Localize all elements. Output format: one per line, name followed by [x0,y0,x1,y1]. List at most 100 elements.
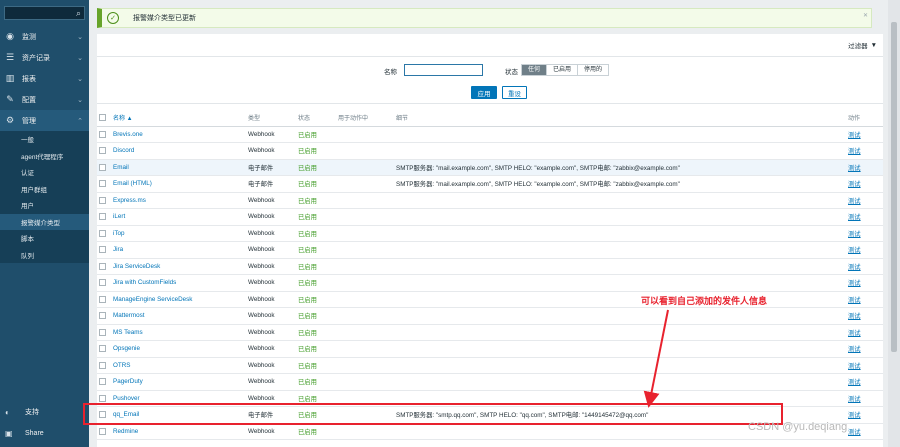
filter-toggle-button[interactable]: 过滤器 ▼ [848,40,877,51]
select-all-checkbox[interactable] [97,110,113,127]
test-link[interactable]: 测试 [848,264,861,271]
status-toggle-link[interactable]: 已启用 [298,231,317,238]
page-scrollbar[interactable] [888,0,900,447]
scrollbar-thumb[interactable] [891,22,897,352]
test-link[interactable]: 测试 [848,429,861,436]
media-type-name-link[interactable]: Brevis.one [113,131,143,138]
test-link[interactable]: 测试 [848,247,861,254]
status-toggle-link[interactable]: 已启用 [298,165,317,172]
media-type-name-link[interactable]: ManageEngine ServiceDesk [113,296,192,303]
media-type-name-link[interactable]: Pushover [113,395,140,402]
media-type-name-link[interactable]: MS Teams [113,329,143,336]
row-checkbox[interactable] [97,324,113,341]
status-toggle-link[interactable]: 已启用 [298,297,317,304]
sidebar-subitem-6[interactable]: 脚本 [0,230,89,247]
sidebar-subitem-4[interactable]: 用户 [0,197,89,214]
media-type-name-link[interactable]: Jira with CustomFields [113,279,176,286]
status-toggle-link[interactable]: 已启用 [298,148,317,155]
test-link[interactable]: 测试 [848,231,861,238]
status-toggle-link[interactable]: 已启用 [298,132,317,139]
search-icon[interactable]: ⌕ [76,8,81,19]
media-type-name-link[interactable]: Express.ms [113,197,146,204]
test-link[interactable]: 测试 [848,396,861,403]
test-link[interactable]: 测试 [848,379,861,386]
column-header-type[interactable]: 类型 [248,110,298,127]
row-checkbox[interactable] [97,423,113,440]
sidebar-subitem-3[interactable]: 用户群组 [0,181,89,198]
status-toggle-link[interactable]: 已启用 [298,313,317,320]
sidebar-nav-item-4[interactable]: ⚙ 管理 ⌃ [0,110,89,131]
test-link[interactable]: 测试 [848,412,861,419]
row-checkbox[interactable] [97,340,113,358]
row-checkbox[interactable] [97,208,113,226]
sidebar-nav-item-1[interactable]: ☰ 资产记录 ⌄ [0,47,89,68]
row-checkbox[interactable] [97,373,113,391]
row-checkbox[interactable] [97,126,113,143]
row-checkbox[interactable] [97,274,113,292]
status-toggle-link[interactable]: 已启用 [298,181,317,188]
row-checkbox[interactable] [97,192,113,209]
sidebar-search-input[interactable]: ⌕ [4,6,85,20]
status-option-2[interactable]: 停用的 [578,65,608,75]
name-filter-input[interactable] [404,64,483,76]
status-toggle-link[interactable]: 已启用 [298,396,317,403]
row-checkbox[interactable] [97,291,113,308]
media-type-name-link[interactable]: iLert [113,213,125,220]
test-link[interactable]: 测试 [848,363,861,370]
test-link[interactable]: 测试 [848,132,861,139]
sidebar-nav-item-0[interactable]: ◉ 监测 ⌄ [0,26,89,47]
sidebar-subitem-7[interactable]: 队列 [0,247,89,264]
row-checkbox[interactable] [97,225,113,242]
sidebar-subitem-5[interactable]: 报警媒介类型 [0,213,89,230]
media-type-name-link[interactable]: Mattermost [113,312,145,319]
sidebar-subitem-2[interactable]: 认证 [0,164,89,181]
test-link[interactable]: 测试 [848,313,861,320]
media-type-name-link[interactable]: Redmine [113,428,138,435]
status-option-1[interactable]: 已启用 [547,65,579,75]
reset-button[interactable]: 重设 [502,86,527,99]
row-checkbox[interactable] [97,307,113,325]
media-type-name-link[interactable]: OTRS [113,362,131,369]
test-link[interactable]: 测试 [848,148,861,155]
status-toggle-link[interactable]: 已启用 [298,429,317,436]
status-toggle-link[interactable]: 已启用 [298,346,317,353]
row-checkbox[interactable] [97,142,113,160]
sidebar-subitem-0[interactable]: 一般 [0,131,89,148]
test-link[interactable]: 测试 [848,330,861,337]
test-link[interactable]: 测试 [848,198,861,205]
row-checkbox[interactable] [97,241,113,259]
apply-button[interactable]: 应用 [471,86,497,99]
row-checkbox[interactable] [97,175,113,193]
status-toggle-link[interactable]: 已启用 [298,264,317,271]
test-link[interactable]: 测试 [848,214,861,221]
test-link[interactable]: 测试 [848,280,861,287]
status-toggle-link[interactable]: 已启用 [298,379,317,386]
media-type-name-link[interactable]: Email (HTML) [113,180,152,187]
media-type-name-link[interactable]: Opsgenie [113,345,140,352]
row-checkbox[interactable] [97,159,113,176]
media-type-name-link[interactable]: Jira ServiceDesk [113,263,160,270]
row-checkbox[interactable] [97,357,113,374]
row-checkbox[interactable] [97,258,113,275]
test-link[interactable]: 测试 [848,346,861,353]
close-icon[interactable]: ✕ [863,12,868,19]
status-toggle-link[interactable]: 已启用 [298,280,317,287]
status-option-0[interactable]: 任何 [522,65,548,75]
test-link[interactable]: 测试 [848,165,861,172]
status-toggle-link[interactable]: 已启用 [298,198,317,205]
media-type-name-link[interactable]: PagerDuty [113,378,143,385]
status-toggle-link[interactable]: 已启用 [298,214,317,221]
column-header-name[interactable]: 名称 ▲ [113,110,248,127]
test-link[interactable]: 测试 [848,297,861,304]
test-link[interactable]: 测试 [848,181,861,188]
sidebar-subitem-1[interactable]: agent代理程序 [0,148,89,165]
media-type-name-link[interactable]: iTop [113,230,125,237]
status-toggle-link[interactable]: 已启用 [298,247,317,254]
media-type-name-link[interactable]: Discord [113,147,134,154]
status-toggle-link[interactable]: 已启用 [298,363,317,370]
sidebar-nav-item-2[interactable]: ▥ 报表 ⌄ [0,68,89,89]
media-type-name-link[interactable]: Jira [113,246,123,253]
sidebar-nav-item-3[interactable]: ✎ 配置 ⌄ [0,89,89,110]
media-type-name-link[interactable]: Email [113,164,129,171]
sidebar-footer-item-1[interactable]: ▣ Share [0,423,89,443]
